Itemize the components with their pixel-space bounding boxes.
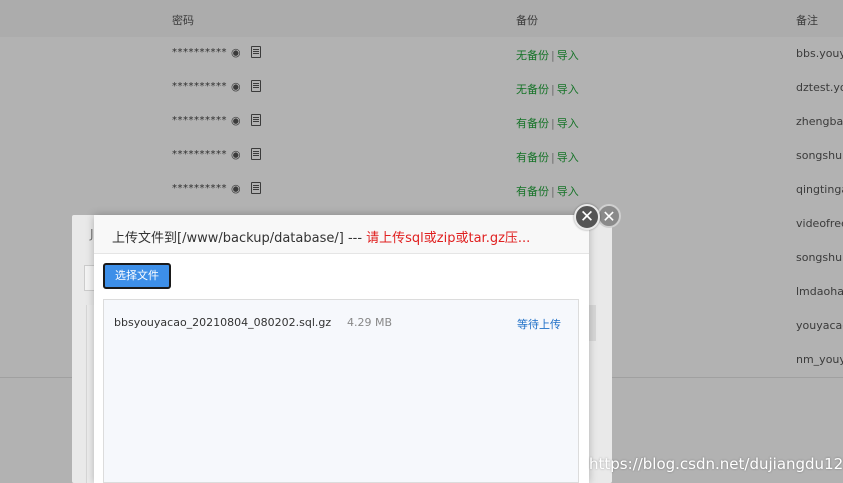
file-size: 4.29 MB [347, 316, 393, 329]
close-icon[interactable]: ✕ [574, 204, 600, 230]
upload-dialog: 上传文件到[/www/backup/database/] --- 请上传sql或… [94, 215, 589, 483]
watermark: https://blog.csdn.net/dujiangdu123 [589, 455, 843, 473]
import-dialog-close-icon[interactable]: ✕ [597, 204, 621, 228]
file-name: bbsyouyacao_20210804_080202.sql.gz [114, 316, 332, 329]
upload-file-list: bbsyouyacao_20210804_080202.sql.gz 4.29 … [103, 299, 579, 483]
choose-file-button[interactable]: 选择文件 [103, 263, 171, 289]
upload-warning-text: 请上传sql或zip或tar.gz压... [366, 231, 531, 246]
import-dialog-title: J [90, 227, 94, 241]
file-status: 等待上传 [517, 318, 561, 331]
upload-dialog-header: 上传文件到[/www/backup/database/] --- 请上传sql或… [94, 215, 589, 254]
upload-dialog-title: 上传文件到[/www/backup/database/] --- 请上传sql或… [112, 227, 530, 246]
upload-path-text: 上传文件到[/www/backup/database/] --- [112, 231, 367, 246]
list-item: bbsyouyacao_20210804_080202.sql.gz 4.29 … [104, 314, 578, 334]
